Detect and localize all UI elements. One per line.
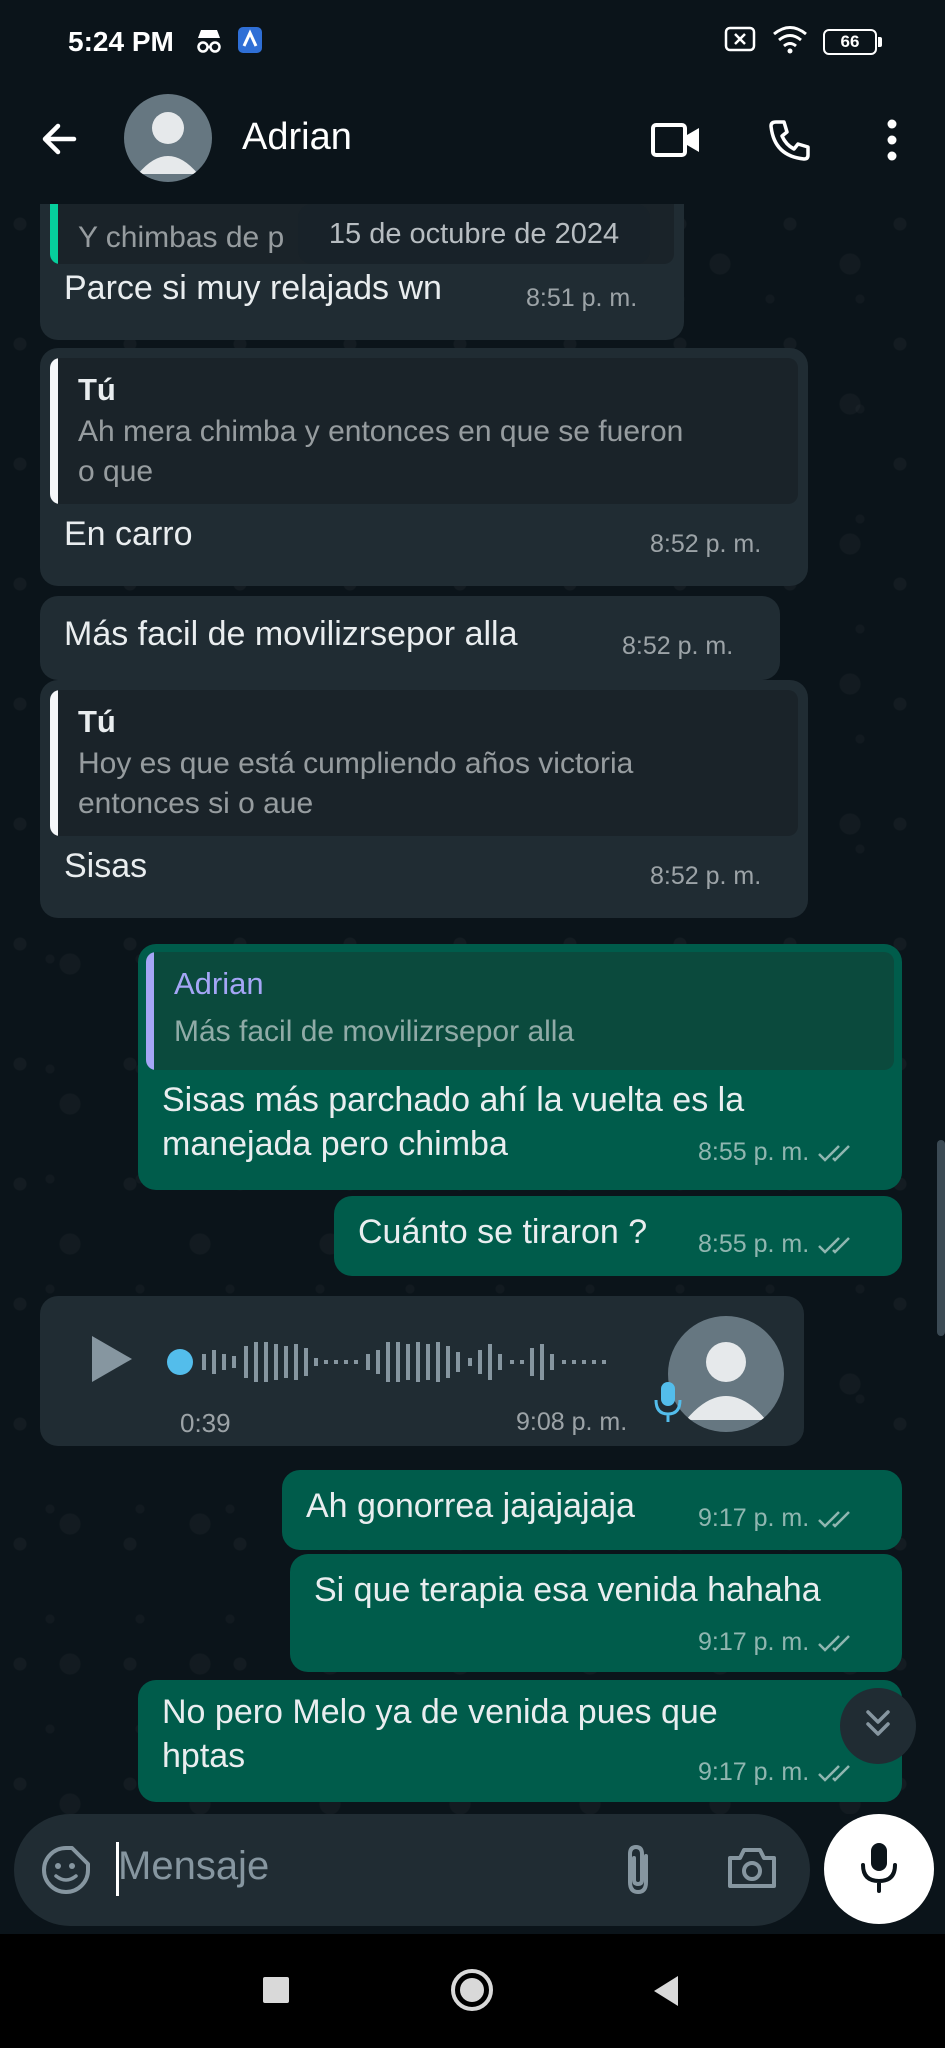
quoted-text: Y chimbas de p <box>78 221 285 254</box>
double-chevron-down-icon <box>858 1704 898 1749</box>
message-input[interactable]: Mensaje <box>14 1814 810 1926</box>
voice-duration: 0:39 <box>180 1408 231 1438</box>
message-text: Sisas <box>64 847 148 885</box>
message-time: 8:51 p. m. <box>526 284 638 312</box>
microphone-icon <box>654 1380 682 1429</box>
double-check-icon <box>818 1145 851 1163</box>
quoted-message[interactable]: Tú Hoy es que está cumpliendo años victo… <box>50 690 798 836</box>
sticker-emoji-icon[interactable] <box>40 1844 92 1901</box>
recents-button-icon[interactable] <box>262 1976 290 2009</box>
quoted-message[interactable]: Tú Ah mera chimba y entonces en que se f… <box>50 358 798 504</box>
message-bubble-outgoing[interactable]: Ah gonorrea jajajajaja 9:17 p. m. <box>282 1470 902 1550</box>
message-bubble-outgoing[interactable]: Adrian Más facil de movilizrsepor alla S… <box>138 944 902 1190</box>
message-time: 9:17 p. m. <box>698 1758 857 1787</box>
contact-avatar[interactable] <box>124 94 212 182</box>
contact-name[interactable]: Adrian <box>242 116 352 159</box>
wifi-icon <box>771 24 809 59</box>
status-bar: 5:24 PM 66 <box>0 0 945 86</box>
message-text: Sisas más parchado ahí la vuelta es la m… <box>162 1081 745 1163</box>
double-check-icon <box>818 1237 851 1255</box>
message-text: No pero Melo ya de venida pues que hptas <box>162 1693 718 1775</box>
message-text: Más facil de movilizrsepor alla <box>64 615 518 653</box>
message-text: Cuánto se tiraron ? <box>358 1213 648 1251</box>
message-time: 8:52 p. m. <box>622 632 734 660</box>
message-bubble-incoming[interactable]: Más facil de movilizrsepor alla 8:52 p. … <box>40 596 780 680</box>
sender-avatar <box>668 1316 784 1432</box>
voice-message-bubble[interactable]: 0:39 9:08 p. m. <box>40 1296 804 1446</box>
microphone-icon <box>859 1841 899 1898</box>
message-time: 9:17 p. m. <box>698 1628 857 1657</box>
chat-header: Adrian <box>0 86 945 205</box>
home-button-icon[interactable] <box>450 1968 494 2017</box>
quoted-text: Hoy es que está cumpliendo años victoria… <box>78 747 634 820</box>
message-time: 8:52 p. m. <box>650 862 762 890</box>
double-check-icon <box>818 1635 851 1653</box>
message-bubble-outgoing[interactable]: Cuánto se tiraron ? 8:55 p. m. <box>334 1196 902 1276</box>
quoted-message[interactable]: Adrian Más facil de movilizrsepor alla <box>146 952 894 1070</box>
message-time: 8:55 p. m. <box>698 1230 857 1259</box>
voice-call-icon[interactable] <box>762 112 818 168</box>
scrollbar[interactable] <box>937 1140 945 1336</box>
message-composer: Mensaje <box>0 1814 945 1934</box>
quoted-author: Tú <box>78 372 116 407</box>
system-navigation-bar <box>0 1934 945 2048</box>
message-text: Parce si muy relajads wn <box>64 269 442 307</box>
app-notification-icon <box>235 24 265 61</box>
more-options-icon[interactable] <box>864 112 920 168</box>
message-text: En carro <box>64 515 193 553</box>
message-bubble-outgoing[interactable]: No pero Melo ya de venida pues que hptas… <box>138 1680 902 1802</box>
message-time: 8:52 p. m. <box>650 530 762 558</box>
back-button-icon[interactable] <box>650 1974 682 2013</box>
quoted-text: Ah mera chimba y entonces en que se fuer… <box>78 415 684 488</box>
message-bubble-incoming[interactable]: Tú Hoy es que está cumpliendo años victo… <box>40 680 808 918</box>
play-icon[interactable] <box>88 1332 136 1391</box>
message-bubble-incoming[interactable]: Tú Ah mera chimba y entonces en que se f… <box>40 348 808 586</box>
message-time: 9:08 p. m. <box>516 1408 628 1436</box>
back-arrow-icon[interactable] <box>34 114 84 164</box>
attach-icon[interactable] <box>620 1842 656 1903</box>
message-time: 9:17 p. m. <box>698 1504 857 1533</box>
quoted-text: Más facil de movilizrsepor alla <box>174 1015 575 1048</box>
voice-waveform[interactable] <box>166 1332 686 1392</box>
quoted-author: Adrian <box>174 966 264 1001</box>
message-placeholder: Mensaje <box>118 1844 270 1888</box>
message-time: 8:55 p. m. <box>698 1138 857 1167</box>
record-voice-button[interactable] <box>824 1814 934 1924</box>
quoted-author: Tú <box>78 704 116 739</box>
scroll-to-bottom-button[interactable] <box>840 1688 916 1764</box>
incognito-icon <box>193 24 225 61</box>
message-text: Ah gonorrea jajajajaja <box>306 1487 635 1525</box>
message-bubble-outgoing[interactable]: Si que terapia esa venida hahaha 9:17 p.… <box>290 1554 902 1672</box>
video-call-icon[interactable] <box>648 112 704 168</box>
double-check-icon <box>818 1511 851 1529</box>
double-check-icon <box>818 1765 851 1783</box>
camera-icon[interactable] <box>726 1844 778 1897</box>
status-time: 5:24 PM <box>68 26 174 57</box>
date-separator: 15 de octubre de 2024 <box>298 204 650 264</box>
message-text: Si que terapia esa venida hahaha <box>314 1571 821 1609</box>
no-sim-icon <box>723 25 757 58</box>
message-list[interactable]: Y chimbas de p Parce si muy relajads wn … <box>0 204 945 1814</box>
battery-indicator: 66 <box>823 28 882 55</box>
